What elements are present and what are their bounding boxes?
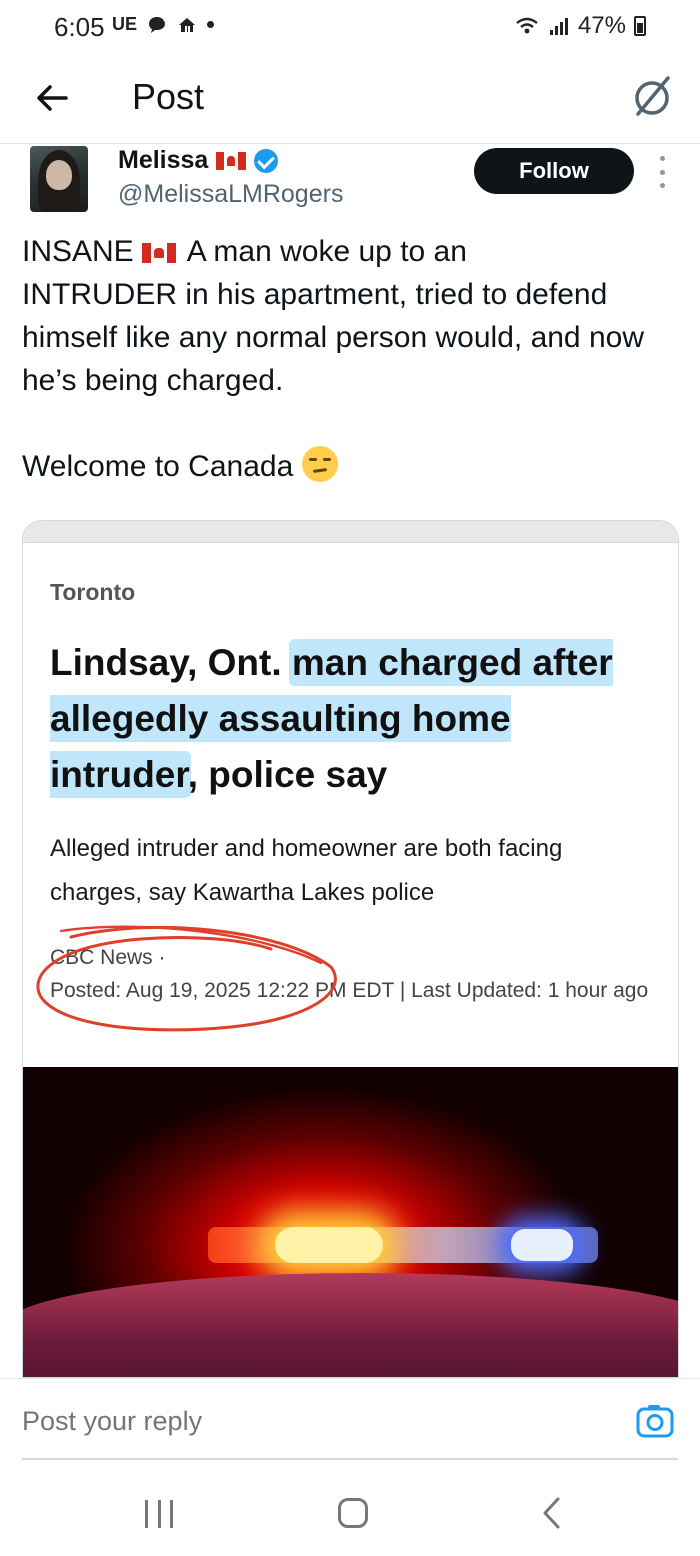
dot-indicator-icon (207, 21, 215, 28)
article-byline: CBC News · Posted: Aug 19, 2025 12:22 PM… (50, 941, 650, 1007)
headline-end: , police say (187, 754, 388, 795)
grok-button[interactable] (628, 72, 676, 120)
avatar-face (46, 160, 72, 190)
home-app-icon (179, 17, 196, 32)
wifi-icon (516, 17, 538, 34)
page-title: Post (132, 76, 205, 117)
arrow-left-icon (37, 85, 68, 111)
article-source: CBC News · (50, 946, 166, 969)
camera-icon (636, 1405, 674, 1438)
lightbar-glow-blue (511, 1229, 573, 1261)
author-name-row[interactable]: Melissa (118, 146, 279, 175)
article-headline: Lindsay, Ont. man charged after allegedl… (50, 635, 660, 803)
camera-button[interactable] (636, 1403, 674, 1439)
headline-start: Lindsay, Ont. (50, 642, 292, 683)
grok-icon (635, 76, 670, 116)
lightbar-glow-amber (275, 1227, 383, 1263)
top-app-bar: Post (0, 56, 700, 144)
author-row: Melissa @MelissaLMRogers Follow (0, 146, 700, 222)
tweet-text: INSANE A man woke up to an INTRUDER in h… (22, 230, 672, 488)
article-photo (23, 1067, 678, 1377)
canada-flag-icon (216, 151, 247, 170)
more-vertical-icon[interactable] (652, 152, 672, 192)
status-notification-icons: UE (112, 14, 215, 35)
tweet-body: INTRUDER in his apartment, tried to defe… (22, 278, 644, 397)
battery-icon (634, 16, 646, 36)
back-button[interactable] (30, 76, 74, 120)
tweet-line1-rest: A man woke up to an (186, 235, 467, 268)
battery-percent: 47% (577, 12, 626, 39)
reply-bar (0, 1378, 700, 1462)
article-section: Toronto (50, 579, 136, 605)
recent-apps-button[interactable] (145, 1500, 173, 1528)
unamused-face-icon (301, 446, 338, 482)
tweet-closing: Welcome to Canada (22, 450, 294, 483)
home-button[interactable] (338, 1498, 368, 1528)
reply-divider (22, 1458, 678, 1460)
status-right-icons: 47% (514, 12, 646, 40)
verified-badge-icon (254, 148, 279, 173)
card-top-edge (23, 521, 678, 543)
tweet-lead: INSANE (22, 235, 134, 268)
tweet-line-1: INSANE A man woke up to an (22, 230, 672, 273)
system-nav-bar (0, 1468, 700, 1556)
carrier-label: UE (112, 14, 138, 34)
system-back-button[interactable] (540, 1496, 564, 1530)
article-dateline: Posted: Aug 19, 2025 12:22 PM EDT | Last… (50, 979, 649, 1002)
status-bar: 6:05 UE 47% (0, 0, 700, 56)
signal-icon (549, 18, 568, 35)
author-name: Melissa (118, 146, 209, 174)
tweet-closing-line: Welcome to Canada (22, 445, 672, 488)
chat-bubble-icon (149, 16, 166, 33)
media-card[interactable]: Toronto Lindsay, Ont. man charged after … (22, 520, 679, 1378)
reply-input[interactable] (22, 1401, 582, 1441)
follow-button[interactable]: Follow (474, 148, 634, 194)
chevron-left-icon (543, 1497, 560, 1529)
car-roof (23, 1273, 678, 1377)
status-time: 6:05 (54, 12, 105, 42)
article-dek: Alleged intruder and homeowner are both … (50, 835, 563, 906)
canada-flag-icon (142, 243, 177, 263)
author-handle[interactable]: @MelissaLMRogers (118, 180, 343, 209)
avatar[interactable] (30, 146, 88, 212)
